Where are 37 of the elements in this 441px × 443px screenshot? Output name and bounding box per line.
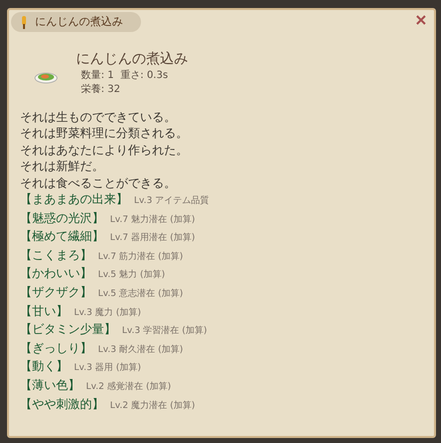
trait-name: 【ぎっしり】 xyxy=(20,340,92,356)
trait-name: 【かわいい】 xyxy=(20,265,92,282)
close-icon xyxy=(416,15,426,25)
trait-detail: Lv.5 魅力 (加算) xyxy=(98,268,165,282)
trait-name: 【薄い色】 xyxy=(20,376,80,394)
trait-detail: Lv.7 筋力潜在 (加算) xyxy=(98,250,183,264)
description-line: それは新鮮だ。 xyxy=(20,158,105,175)
trait-name: 【こくまろ】 xyxy=(20,246,92,264)
window-title: にんじんの煮込み xyxy=(35,14,123,30)
trait-detail: Lv.3 学習潜在 (加算) xyxy=(122,324,207,338)
trait-detail: Lv.7 魅力潜在 (加算) xyxy=(110,214,195,227)
item-nutrition: 栄養: 32 xyxy=(81,83,122,97)
trait-detail: Lv.3 器用 (加算) xyxy=(74,362,141,376)
description-line: それは食べることができる。 xyxy=(20,174,177,192)
torch-icon xyxy=(21,16,27,28)
trait-detail: Lv.7 器用潜在 (加算) xyxy=(110,232,195,246)
description-line: それは生ものでできている。 xyxy=(20,109,177,126)
trait-name: 【動く】 xyxy=(20,358,68,375)
trait-detail: Lv.2 魔力潜在 (加算) xyxy=(110,400,195,413)
trait-detail: Lv.3 アイテム品質 xyxy=(134,194,210,208)
trait-name: 【まあまあの出来】 xyxy=(20,191,128,208)
salad-plate-icon xyxy=(34,70,58,84)
description-line: それは野菜料理に分類される。 xyxy=(20,125,189,142)
trait-detail: Lv.5 意志潜在 (加算) xyxy=(98,288,183,301)
trait-name: 【極めて繊細】 xyxy=(20,228,104,245)
item-stats: 数量: 1 重さ: 0.3s xyxy=(81,69,169,83)
description-line: それはあなたにより作られた。 xyxy=(20,142,189,158)
item-name: にんじんの煮込み xyxy=(76,50,188,68)
trait-detail: Lv.3 耐久潜在 (加算) xyxy=(98,344,183,357)
trait-name: 【やや刺激的】 xyxy=(20,396,104,412)
trait-name: 【ザクザク】 xyxy=(20,284,92,301)
trait-name: 【甘い】 xyxy=(20,302,68,320)
trait-name: 【ビタミン少量】 xyxy=(20,321,116,338)
trait-name: 【魅惑の光沢】 xyxy=(20,210,104,226)
trait-detail: Lv.2 感覚潜在 (加算) xyxy=(86,380,171,394)
trait-detail: Lv.3 魔力 (加算) xyxy=(74,306,141,320)
close-button[interactable] xyxy=(416,15,426,25)
